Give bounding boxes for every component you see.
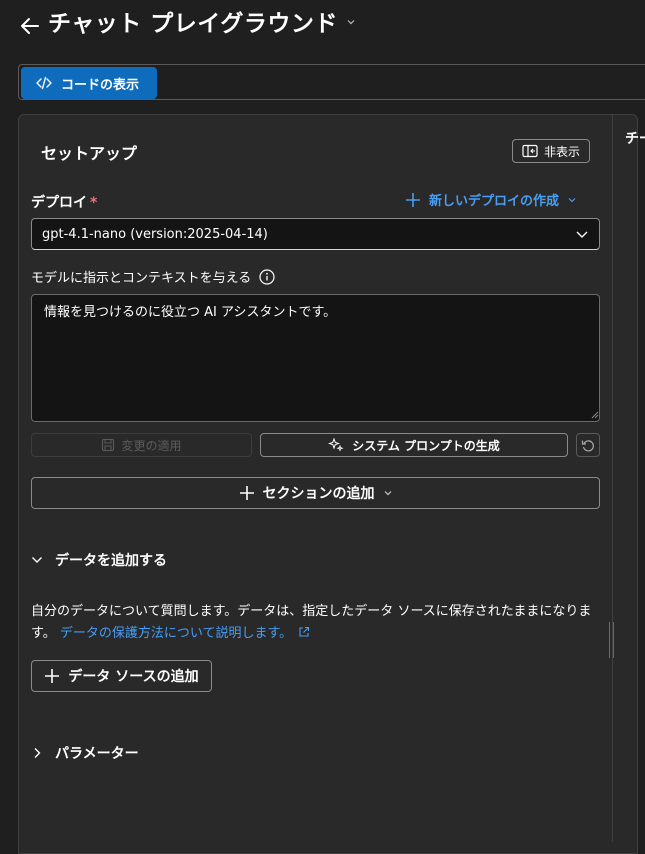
view-code-label: コードの表示 xyxy=(61,77,140,93)
parameters-section-header[interactable]: パラメーター xyxy=(31,743,139,763)
hide-button[interactable]: 非表示 xyxy=(512,139,590,163)
deploy-label: デプロイ * xyxy=(31,195,98,211)
generate-system-prompt-button[interactable]: システム プロンプトの生成 xyxy=(260,433,568,457)
chevron-down-icon xyxy=(567,195,577,205)
reset-button[interactable] xyxy=(576,433,600,457)
sparkle-icon xyxy=(328,437,344,453)
parameters-title: パラメーター xyxy=(55,746,139,762)
panel-collapse-icon xyxy=(522,144,538,158)
instructions-label: モデルに指示とコンテキストを与える xyxy=(31,267,275,286)
setup-title: セットアップ xyxy=(41,144,138,163)
plus-icon xyxy=(405,192,421,208)
chevron-down-icon xyxy=(383,488,393,498)
model-select-value: gpt-4.1-nano (version:2025-04-14) xyxy=(42,226,268,242)
undo-icon xyxy=(581,438,595,452)
new-deploy-label: 新しいデプロイの作成 xyxy=(429,194,560,209)
add-section-button[interactable]: セクションの追加 xyxy=(31,477,600,509)
apply-changes-button[interactable]: 変更の適用 xyxy=(31,433,252,457)
generate-label: システム プロンプトの生成 xyxy=(352,438,500,453)
add-data-description: 自分のデータについて質問します。データは、指定したデータ ソースに保存されたまま… xyxy=(31,604,592,641)
add-data-source-button[interactable]: データ ソースの追加 xyxy=(31,660,212,692)
external-link-icon[interactable] xyxy=(298,626,310,638)
model-select[interactable]: gpt-4.1-nano (version:2025-04-14) xyxy=(31,218,600,250)
add-data-section-header[interactable]: データを追加する xyxy=(31,550,167,570)
chevron-down-icon xyxy=(31,554,43,566)
new-deploy-button[interactable]: 新しいデプロイの作成 xyxy=(405,190,577,209)
data-protection-link[interactable]: データの保護方法について説明します。 xyxy=(60,626,292,641)
save-icon xyxy=(101,438,115,452)
code-icon xyxy=(35,74,53,92)
textarea-resize-icon[interactable] xyxy=(590,410,599,419)
chat-panel-title: チー xyxy=(625,131,645,147)
add-data-title: データを追加する xyxy=(55,553,167,569)
add-source-label: データ ソースの追加 xyxy=(68,669,199,685)
plus-icon xyxy=(239,485,255,501)
apply-label: 変更の適用 xyxy=(121,438,182,453)
chevron-right-icon xyxy=(31,747,43,759)
panel-divider xyxy=(612,114,613,842)
view-code-button[interactable]: コードの表示 xyxy=(21,67,157,99)
required-mark: * xyxy=(90,195,98,211)
plus-icon xyxy=(44,668,60,684)
info-icon[interactable] xyxy=(259,268,275,285)
system-message-input[interactable]: 情報を見つけるのに役立つ AI アシスタントです。 xyxy=(31,294,600,422)
resize-grip[interactable] xyxy=(609,622,614,658)
chevron-down-icon xyxy=(575,227,589,241)
chevron-down-icon[interactable] xyxy=(345,16,357,28)
page-title: チャット プレイグラウンド xyxy=(48,11,338,37)
add-section-label: セクションの追加 xyxy=(262,486,375,502)
back-arrow-icon[interactable] xyxy=(18,14,42,38)
hide-label: 非表示 xyxy=(543,144,580,159)
